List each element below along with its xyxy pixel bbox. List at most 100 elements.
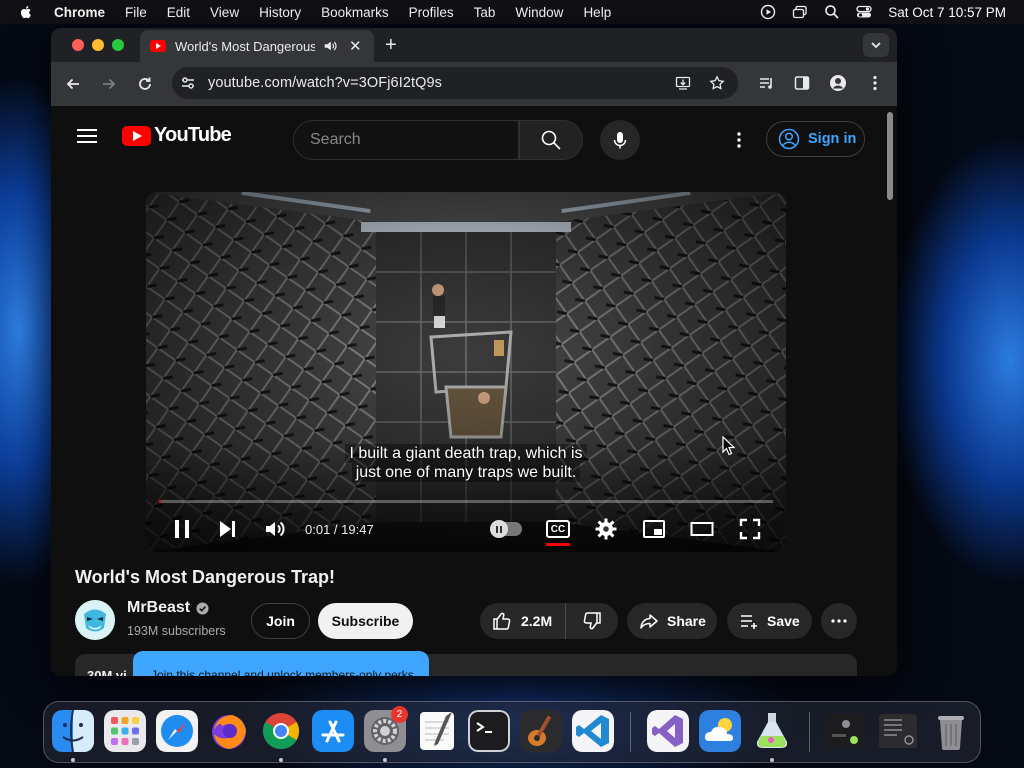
- youtube-play-logo-icon: [122, 125, 151, 146]
- close-window-button[interactable]: [72, 39, 84, 51]
- autoplay-toggle[interactable]: [490, 520, 522, 538]
- forward-arrow-icon[interactable]: [100, 75, 118, 93]
- play-circle-icon[interactable]: [760, 4, 776, 20]
- voice-search-button[interactable]: [600, 120, 640, 160]
- like-count: 2.2M: [521, 613, 553, 629]
- site-info-icon[interactable]: [180, 75, 196, 91]
- control-center-icon[interactable]: [856, 4, 872, 20]
- channel-name-text[interactable]: MrBeast: [127, 599, 190, 617]
- autoplay-pause-icon: [490, 520, 508, 538]
- mouse-cursor-icon: [722, 436, 736, 456]
- dock-terminal-icon[interactable]: [468, 710, 510, 752]
- url-text[interactable]: youtube.com/watch?v=3OFj6I2tQ9s: [208, 75, 442, 91]
- dock-firefox-icon[interactable]: [208, 710, 250, 752]
- menu-bar-clock[interactable]: Sat Oct 7 10:57 PM: [888, 5, 1006, 20]
- dock-app-store-icon[interactable]: [312, 710, 354, 752]
- playlist-add-icon: [741, 615, 757, 629]
- menu-edit[interactable]: Edit: [167, 5, 190, 20]
- back-arrow-icon[interactable]: [64, 75, 82, 93]
- settings-gear-icon[interactable]: [594, 517, 618, 541]
- channel-name[interactable]: MrBeast: [127, 599, 209, 617]
- menu-tab[interactable]: Tab: [474, 5, 496, 20]
- reading-list-icon[interactable]: [757, 74, 775, 92]
- thumbs-up-icon: [493, 612, 511, 630]
- dock-weather-icon[interactable]: [699, 710, 741, 752]
- menu-help[interactable]: Help: [583, 5, 611, 20]
- save-label: Save: [767, 613, 800, 629]
- dock-trash-icon[interactable]: [930, 710, 972, 752]
- join-button[interactable]: Join: [251, 603, 310, 639]
- menu-file[interactable]: File: [125, 5, 147, 20]
- sign-in-button[interactable]: Sign in: [766, 121, 865, 157]
- reload-icon[interactable]: [136, 75, 154, 93]
- tab-audio-icon[interactable]: [323, 39, 337, 53]
- share-label: Share: [667, 613, 706, 629]
- dislike-button[interactable]: [566, 611, 618, 631]
- save-button[interactable]: Save: [727, 603, 812, 639]
- menu-history[interactable]: History: [259, 5, 301, 20]
- browser-tab-active[interactable]: World's Most Dangerous Trap! ✕: [140, 30, 374, 62]
- dock-safari-icon[interactable]: [156, 710, 198, 752]
- page-scrollbar[interactable]: [887, 112, 893, 200]
- verified-badge-icon: [196, 601, 209, 615]
- menu-profiles[interactable]: Profiles: [409, 5, 454, 20]
- address-bar[interactable]: youtube.com/watch?v=3OFj6I2tQ9s: [172, 67, 738, 99]
- menu-bar: Chrome File Edit View History Bookmarks …: [0, 0, 1024, 24]
- channel-avatar[interactable]: [75, 600, 115, 640]
- youtube-logo[interactable]: YouTube: [122, 124, 232, 147]
- bookmark-star-icon[interactable]: [709, 75, 725, 91]
- subscribe-button[interactable]: Subscribe: [318, 603, 413, 639]
- tab-search-button[interactable]: [863, 33, 889, 57]
- apple-icon[interactable]: [18, 4, 34, 20]
- youtube-page: YouTube Search Sign in I built a giant d…: [51, 106, 897, 676]
- chrome-menu-icon[interactable]: [866, 74, 884, 92]
- captions-active-indicator: [546, 543, 570, 546]
- side-panel-icon[interactable]: [793, 74, 811, 92]
- profile-icon[interactable]: [829, 74, 847, 92]
- dock-running-indicator: [279, 758, 283, 762]
- dock-garageband-icon[interactable]: [520, 710, 562, 752]
- video-progress-bar[interactable]: [159, 500, 773, 503]
- new-tab-button[interactable]: +: [385, 34, 397, 57]
- like-button[interactable]: 2.2M: [480, 603, 566, 639]
- thumbs-down-icon: [583, 612, 601, 630]
- spotlight-search-icon[interactable]: [824, 4, 840, 20]
- menu-view[interactable]: View: [210, 5, 239, 20]
- video-player[interactable]: I built a giant death trap, which is jus…: [146, 192, 786, 552]
- dock-chrome-icon[interactable]: [260, 710, 302, 752]
- dock-vscode-icon[interactable]: [572, 710, 614, 752]
- volume-icon[interactable]: [263, 517, 287, 541]
- dock-screenshots-stack-icon[interactable]: [877, 710, 919, 752]
- menu-window[interactable]: Window: [515, 5, 563, 20]
- captions-button[interactable]: CC: [546, 520, 570, 538]
- fullscreen-icon[interactable]: [738, 517, 762, 541]
- miniplayer-icon[interactable]: [642, 517, 666, 541]
- dock-textedit-icon[interactable]: [416, 710, 458, 752]
- dock-visual-studio-icon[interactable]: [647, 710, 689, 752]
- dock: 2: [43, 701, 981, 763]
- dock-finder-icon[interactable]: [52, 710, 94, 752]
- tab-close-icon[interactable]: ✕: [349, 37, 362, 55]
- more-actions-button[interactable]: [821, 603, 857, 639]
- browser-toolbar: youtube.com/watch?v=3OFj6I2tQ9s: [51, 62, 897, 106]
- dock-potion-app-icon[interactable]: [751, 710, 793, 752]
- pause-icon[interactable]: [170, 517, 194, 541]
- mrbeast-logo-icon: [75, 600, 115, 640]
- share-button[interactable]: Share: [627, 603, 717, 639]
- next-video-icon[interactable]: [216, 517, 240, 541]
- menu-bookmarks[interactable]: Bookmarks: [321, 5, 389, 20]
- menu-app-name[interactable]: Chrome: [54, 5, 105, 20]
- search-placeholder: Search: [310, 131, 361, 148]
- search-button[interactable]: [519, 120, 583, 160]
- minimize-window-button[interactable]: [92, 39, 104, 51]
- zoom-window-button[interactable]: [112, 39, 124, 51]
- hamburger-menu-icon[interactable]: [77, 128, 97, 144]
- caption-line-1: I built a giant death trap, which is: [345, 444, 587, 463]
- more-options-icon[interactable]: [729, 130, 749, 150]
- dock-launchpad-icon[interactable]: [104, 710, 146, 752]
- install-app-icon[interactable]: [675, 75, 691, 91]
- screen-mirroring-icon[interactable]: [792, 4, 808, 20]
- theater-mode-icon[interactable]: [690, 517, 714, 541]
- dock-preview-window-icon[interactable]: [824, 710, 866, 752]
- search-input[interactable]: Search: [293, 120, 519, 160]
